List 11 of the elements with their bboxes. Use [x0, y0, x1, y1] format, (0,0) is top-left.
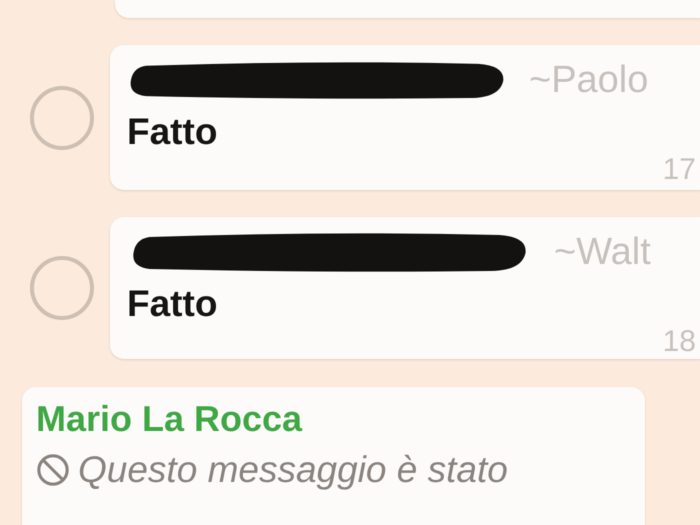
- select-circle[interactable]: [30, 86, 94, 150]
- sender-name: ~Paolo: [529, 58, 648, 102]
- deleted-message-text: Questo messaggio è stato: [78, 449, 508, 491]
- select-circle[interactable]: [30, 256, 94, 320]
- message-time: 17: [662, 153, 696, 187]
- message-time: 18: [662, 325, 696, 359]
- blocked-icon: [36, 453, 70, 487]
- sender-name: ~Walt: [554, 230, 651, 274]
- message-text: Fatto: [127, 111, 218, 153]
- sender-name: Mario La Rocca: [36, 397, 302, 441]
- message-text: Fatto: [127, 283, 218, 325]
